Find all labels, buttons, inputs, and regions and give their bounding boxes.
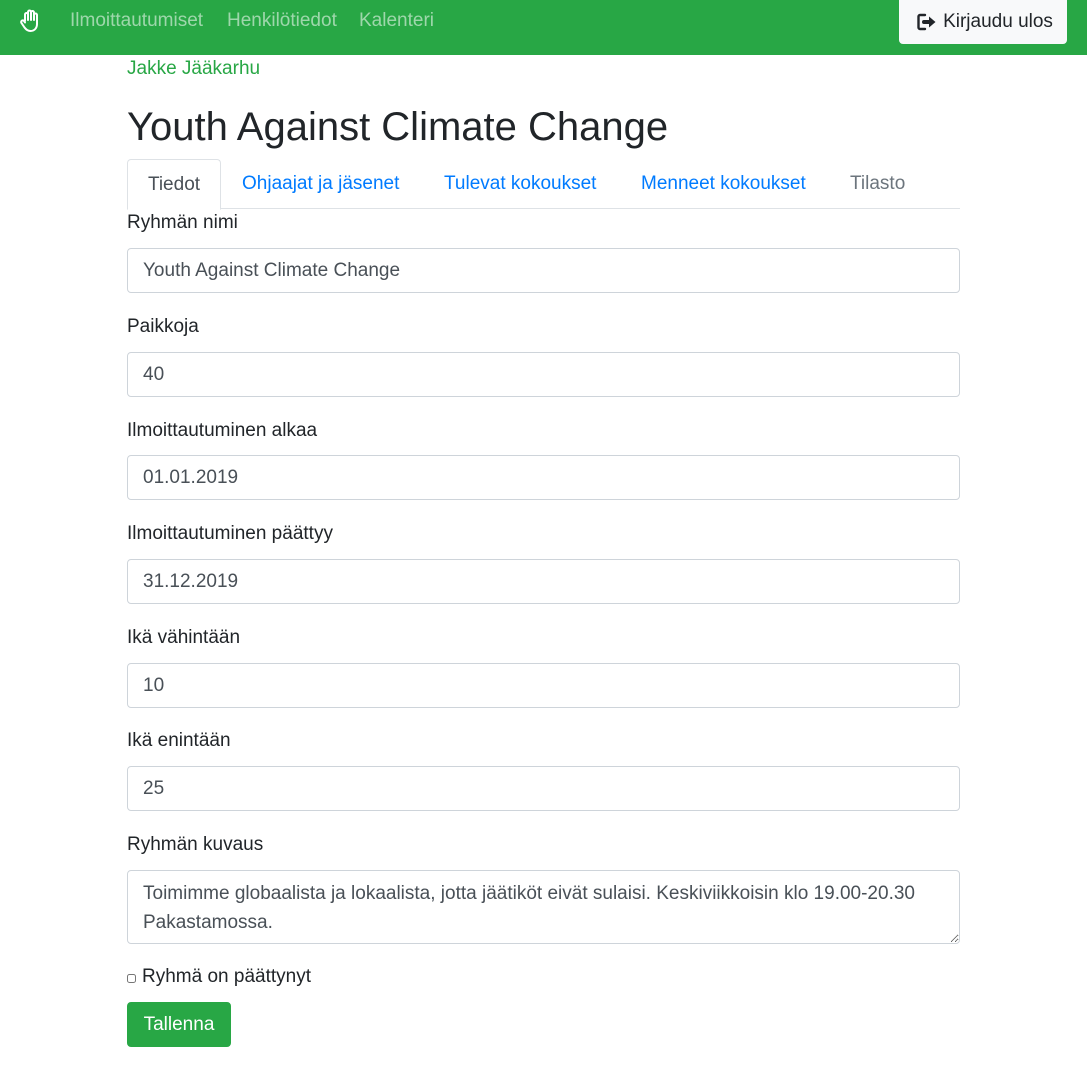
nav-link-henkilotiedot[interactable]: Henkilötiedot	[227, 10, 337, 32]
nav-link-ilmoittautumiset[interactable]: Ilmoittautumiset	[70, 10, 203, 32]
group-ended-checkbox[interactable]	[127, 973, 136, 983]
tab-tulevat-kokoukset[interactable]: Tulevat kokoukset	[444, 159, 596, 209]
group-name-input[interactable]	[127, 248, 960, 293]
page-title: Youth Against Climate Change	[127, 105, 669, 149]
hand-paper-icon[interactable]	[18, 8, 44, 34]
registration-start-input[interactable]	[127, 455, 960, 500]
min-age-label: Ikä vähintään	[127, 627, 241, 648]
top-navbar: Ilmoittautumiset Henkilötiedot Kalenteri…	[0, 0, 1087, 55]
group-tabs: Tiedot Ohjaajat ja jäsenet Tulevat kokou…	[127, 159, 960, 210]
save-button[interactable]: Tallenna	[127, 1002, 231, 1047]
seats-input[interactable]	[127, 352, 960, 397]
tab-tilasto[interactable]: Tilasto	[850, 159, 905, 209]
tab-tiedot[interactable]: Tiedot	[127, 159, 221, 210]
max-age-label: Ikä enintään	[127, 730, 231, 751]
description-label: Ryhmän kuvaus	[127, 834, 264, 855]
registration-end-input[interactable]	[127, 559, 960, 604]
description-textarea[interactable]: Toimimme globaalista ja lokaalista, jott…	[127, 870, 960, 944]
seats-label: Paikkoja	[127, 316, 199, 337]
registration-start-label: Ilmoittautuminen alkaa	[127, 420, 318, 441]
logout-label: Kirjaudu ulos	[943, 11, 1053, 32]
nav-link-kalenteri[interactable]: Kalenteri	[359, 10, 434, 32]
min-age-input[interactable]	[127, 663, 960, 708]
tab-menneet-kokoukset[interactable]: Menneet kokoukset	[641, 159, 806, 209]
group-name-label: Ryhmän nimi	[127, 212, 238, 233]
max-age-input[interactable]	[127, 766, 960, 811]
registration-end-label: Ilmoittautuminen päättyy	[127, 523, 333, 544]
sign-out-icon	[917, 13, 936, 31]
tab-ohjaajat-ja-jasenet[interactable]: Ohjaajat ja jäsenet	[242, 159, 399, 209]
logout-button[interactable]: Kirjaudu ulos	[899, 0, 1067, 44]
user-name-link[interactable]: Jakke Jääkarhu	[127, 58, 260, 80]
group-ended-checkbox-row[interactable]: Ryhmä on päättynyt	[127, 966, 311, 988]
group-ended-label: Ryhmä on päättynyt	[142, 966, 311, 987]
